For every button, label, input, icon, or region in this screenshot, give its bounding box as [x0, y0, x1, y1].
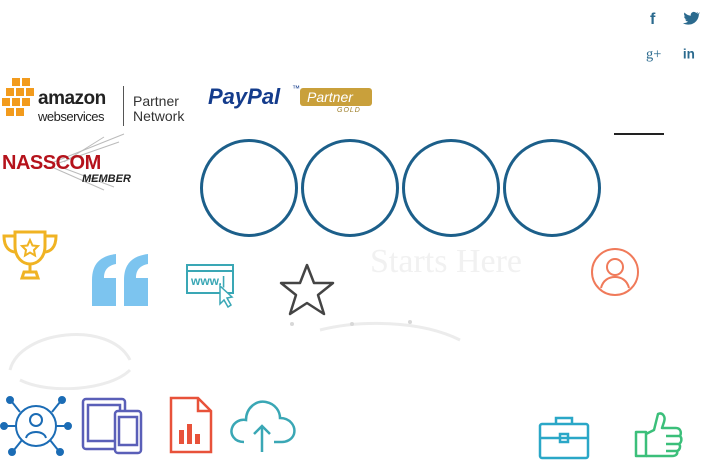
service-circle-3[interactable]	[402, 139, 500, 237]
paypal-partner-logo: PayPal ™ Partner GOLD	[208, 84, 378, 120]
twitter-icon[interactable]	[682, 9, 702, 29]
service-circle-2[interactable]	[301, 139, 399, 237]
decorative-dash	[614, 133, 664, 135]
aws-partner-label: Partner	[133, 93, 179, 109]
quote-icon	[92, 254, 148, 306]
svg-text:f: f	[650, 11, 656, 27]
nasscom-member: MEMBER	[82, 173, 131, 185]
briefcase-icon	[538, 416, 590, 460]
trophy-icon	[2, 230, 58, 280]
aws-cubes-icon	[2, 78, 34, 116]
nasscom-name: NASSCOM	[2, 152, 101, 174]
service-circle-4[interactable]	[503, 139, 601, 237]
website-icon: www.|	[186, 264, 234, 308]
paypal-tm: ™	[292, 84, 300, 93]
svg-text:in: in	[683, 47, 695, 62]
google-plus-icon[interactable]: g+	[646, 45, 666, 65]
hero-faded-text: Starts Here	[370, 243, 523, 280]
paypal-gold-badge: Partner	[300, 88, 372, 106]
linkedin-icon[interactable]: in	[682, 45, 702, 65]
aws-word-amazon: amazon	[38, 88, 106, 109]
aws-partner-logo: amazon webservices Partner Network	[2, 76, 197, 128]
aws-divider	[123, 86, 124, 126]
faded-decoration	[8, 320, 461, 390]
svg-text:g+: g+	[646, 47, 661, 63]
paypal-tier: GOLD	[337, 107, 361, 114]
cloud-upload-icon	[230, 400, 296, 452]
aws-network-label: Network	[133, 108, 185, 124]
facebook-icon[interactable]: f	[646, 9, 666, 29]
people-network-icon	[0, 396, 72, 456]
report-document-icon	[169, 396, 213, 454]
thumbs-up-icon	[634, 412, 683, 458]
paypal-brand: PayPal	[208, 84, 281, 109]
devices-icon	[81, 397, 143, 455]
service-circle-1[interactable]	[200, 139, 298, 237]
aws-word-webservices: webservices	[38, 109, 105, 124]
nasscom-member-logo: NASSCOM MEMBER	[2, 132, 142, 192]
user-circle-icon	[591, 248, 639, 296]
paypal-badge-text: Partner	[307, 89, 353, 105]
